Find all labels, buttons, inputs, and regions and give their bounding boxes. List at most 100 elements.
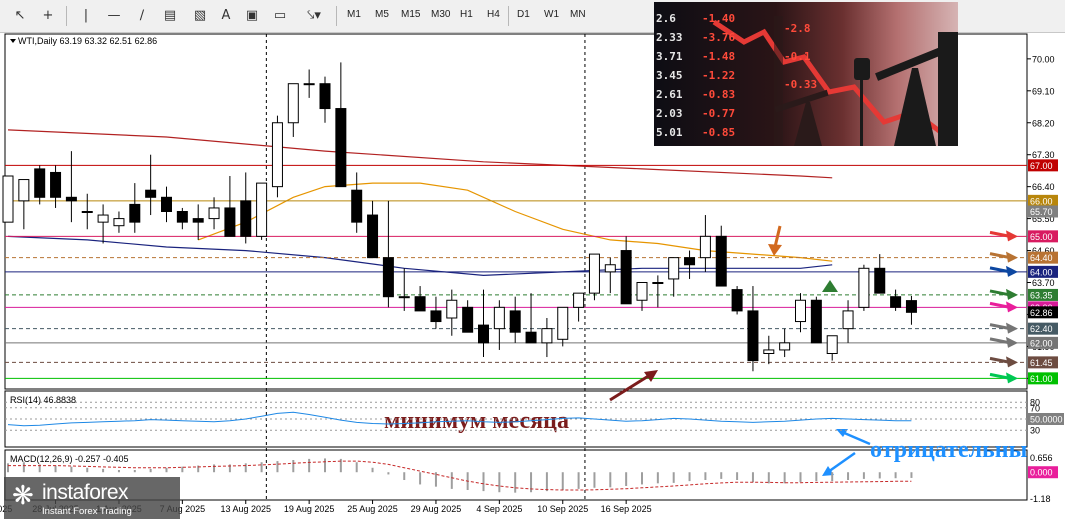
x-tick-label: 16 Sep 2025: [601, 504, 652, 514]
price-level-label: 62.00: [1030, 338, 1053, 348]
candle-body: [890, 296, 902, 308]
text-label-icon[interactable]: ▣: [242, 7, 262, 25]
oil-market-photo: -1.40 -3.76 -1.48 -1.22 -0.83 -0.77 -0.85 -2.8 -…: [654, 2, 958, 146]
timeframe-m1[interactable]: M1: [344, 9, 364, 20]
candle-body: [430, 310, 442, 323]
fibonacci-icon[interactable]: ▧: [190, 7, 210, 25]
crosshair-icon[interactable]: +: [38, 7, 58, 25]
timeframe-h4[interactable]: H4: [484, 9, 503, 20]
channel-icon[interactable]: ▤: [160, 7, 180, 25]
rectangle-icon[interactable]: ▭: [270, 7, 290, 25]
vertical-line-icon[interactable]: |: [76, 7, 96, 25]
candle-body: [145, 189, 157, 198]
rsi-tick-label: 30: [1030, 426, 1040, 436]
x-tick-label: 29 Aug 2025: [411, 504, 462, 514]
candle-body: [50, 171, 62, 198]
candle-body: [65, 196, 77, 202]
x-tick-label: 25 Aug 2025: [347, 504, 398, 514]
candle-body: [208, 207, 220, 220]
arrows-dropdown-icon[interactable]: ⤥▾: [304, 7, 324, 25]
candle-body: [525, 331, 537, 344]
ticker-number-white: 2.6: [656, 12, 676, 25]
ticker-number-red: -3.76: [702, 31, 736, 44]
price-level-label: 66.00: [1030, 196, 1053, 206]
candle-body: [747, 310, 759, 362]
timeframe-mn[interactable]: MN: [567, 9, 589, 20]
price-level-label: 62.86: [1030, 308, 1053, 318]
negative-annotation: отрицательны: [870, 437, 1028, 463]
ticker-number-red: -2.8: [784, 22, 811, 35]
candle-body: [367, 214, 379, 259]
candle-body: [478, 324, 489, 344]
y-tick-label: 69.10: [1032, 86, 1055, 96]
candle-body: [382, 257, 394, 298]
candle-body: [541, 328, 553, 344]
candle-body: [620, 250, 632, 305]
y-tick-label: 70.00: [1032, 54, 1055, 64]
chart-title: WTI,Daily 63.19 63.32 62.51 62.86: [18, 36, 157, 46]
candle-body: [129, 203, 141, 223]
ticker-number-red: -1.48: [702, 50, 736, 63]
candle-body: [34, 168, 46, 198]
horizontal-line-icon[interactable]: —: [104, 7, 124, 25]
candle-body: [192, 218, 204, 223]
ticker-number-red: -1.22: [702, 69, 736, 82]
ticker-number-white: 2.03: [656, 107, 683, 120]
timeframe-m15[interactable]: M15: [398, 9, 423, 20]
candle-body: [573, 292, 585, 308]
candle-body: [509, 310, 521, 333]
toolbar-separator: [336, 6, 337, 26]
trendline-icon[interactable]: ∕: [132, 7, 152, 25]
candle-body: [240, 200, 252, 237]
candle-body: [224, 207, 236, 237]
y-tick-label: 67.30: [1032, 150, 1055, 160]
price-level-label: 64.40: [1030, 253, 1053, 263]
timeframe-m5[interactable]: M5: [372, 9, 392, 20]
macd-label: MACD(12,26,9) -0.257 -0.405: [10, 454, 129, 464]
candle-body: [652, 282, 664, 284]
candle-body: [319, 83, 331, 110]
cursor-icon[interactable]: ↖: [10, 7, 30, 25]
price-level-label: 64.00: [1030, 267, 1053, 277]
candle-body: [335, 108, 347, 188]
rsi-tick-label: 50.0000: [1030, 415, 1063, 425]
ticker-number-red: -1.40: [702, 12, 736, 25]
candle-body: [858, 267, 870, 308]
ticker-number-white: 3.71: [656, 50, 683, 63]
timeframe-w1[interactable]: W1: [541, 9, 562, 20]
x-tick-label: 4 Sep 2025: [476, 504, 522, 514]
ticker-number-red: -0.33: [784, 78, 818, 91]
x-tick-label: 13 Aug 2025: [220, 504, 271, 514]
candle-body: [699, 235, 711, 259]
timeframe-h1[interactable]: H1: [457, 9, 476, 20]
candle-body: [113, 218, 125, 227]
candle-body: [842, 310, 854, 330]
candle-body: [161, 196, 172, 213]
candle-body: [588, 253, 600, 294]
y-tick-label: 66.40: [1032, 182, 1055, 192]
macd-tick-label: 0.000: [1030, 468, 1053, 478]
timeframe-d1[interactable]: D1: [514, 9, 533, 20]
toolbar-separator: [66, 6, 67, 26]
candle-body: [414, 296, 426, 312]
candle-body: [462, 306, 474, 333]
candle-body: [905, 300, 917, 313]
candle-body: [97, 214, 109, 223]
instaforex-logo: ❋ instaforex Instant Forex Trading: [4, 477, 180, 519]
candle-body: [763, 349, 775, 355]
y-tick-label: 63.70: [1032, 278, 1055, 288]
price-level-label: 65.70: [1030, 207, 1053, 217]
toolbar-separator: [508, 6, 509, 26]
text-icon[interactable]: A: [216, 7, 236, 25]
candle-body: [303, 83, 315, 86]
ticker-number-white: 2.61: [656, 88, 683, 101]
candle-body: [2, 175, 14, 223]
candle-body: [176, 211, 188, 223]
x-tick-label: 10 Sep 2025: [537, 504, 588, 514]
ticker-number-red: -0.1: [784, 50, 811, 63]
logo-tagline: Instant Forex Trading: [42, 506, 132, 517]
pump-jack-silhouette: [854, 32, 958, 146]
timeframe-m30[interactable]: M30: [428, 9, 453, 20]
ticker-number-red: -0.77: [702, 107, 736, 120]
candle-body: [271, 122, 283, 188]
